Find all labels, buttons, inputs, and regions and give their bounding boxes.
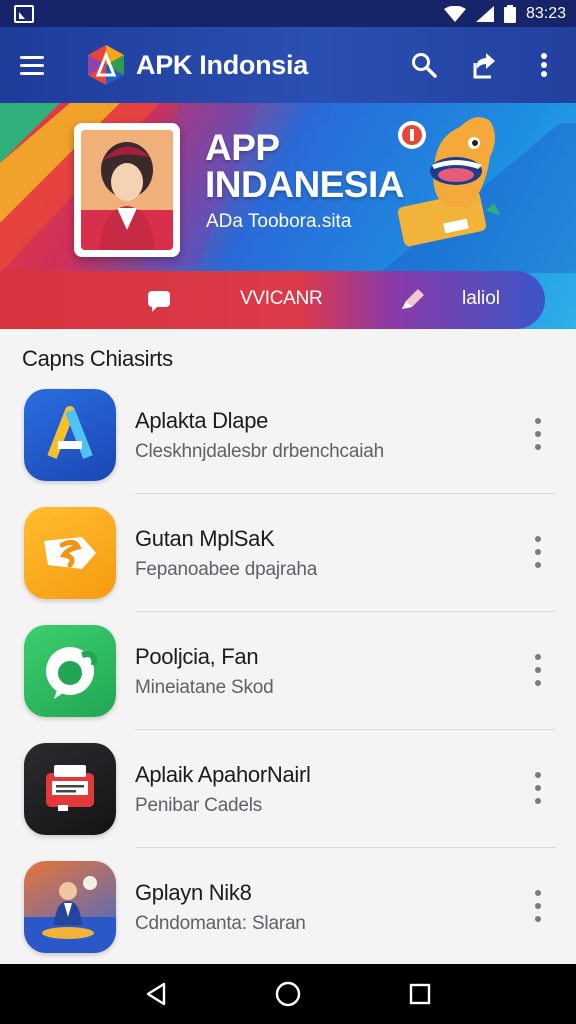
share-button[interactable] [466, 47, 502, 83]
list-item[interactable]: Aplakta Dlape Cleskhnjdalesbr drbenchcai… [0, 376, 576, 494]
app-title: APK Indonsia [136, 49, 308, 80]
app-name: Aplakta Dlape [135, 407, 269, 433]
list-item[interactable]: Aplaik ApahorNairl Penibar Cadels [0, 730, 576, 848]
signal-icon [475, 5, 494, 22]
pencil-icon [402, 289, 424, 309]
more-options-button[interactable] [526, 47, 562, 83]
recents-icon [409, 983, 431, 1005]
more-vert-icon [541, 53, 547, 77]
app-name: Aplaik ApahorNairl [135, 761, 311, 787]
app-description: Mineiatane Skod [135, 676, 274, 698]
app-icon-person-logo [24, 861, 116, 953]
app-icon-a-logo [24, 389, 116, 481]
mascot-illustration [397, 117, 500, 247]
app-list: Aplakta Dlape Cleskhnjdalesbr drbenchcai… [0, 376, 576, 966]
app-description: Penibar Cadels [135, 794, 263, 816]
system-nav-bar [0, 964, 576, 1024]
promo-banner[interactable]: APP INDANESIA ADa Toobora.sita VVICANR l… [0, 103, 576, 329]
app-icon-ring-logo [24, 625, 116, 717]
status-time: 83:23 [525, 4, 566, 22]
app-logo-icon [88, 45, 124, 85]
battery-icon [503, 4, 516, 23]
share-icon [473, 53, 495, 79]
recents-button[interactable] [400, 974, 440, 1014]
back-button[interactable] [136, 974, 176, 1014]
menu-button[interactable] [20, 50, 50, 80]
banner-subtitle: ADa Toobora.sita [206, 211, 352, 232]
banner-action-button[interactable]: laliol [462, 288, 500, 310]
section-title: Capns Chiasirts [22, 346, 173, 371]
item-more-button[interactable] [532, 654, 544, 686]
home-icon [275, 981, 301, 1007]
notification-icon [14, 4, 34, 23]
chat-icon [148, 291, 170, 312]
search-icon [412, 53, 437, 78]
search-button[interactable] [406, 47, 442, 83]
banner-strip: VVICANR laliol [0, 271, 545, 329]
app-description: Fepanoabee dpajraha [135, 558, 318, 580]
app-name: Gplayn Nik8 [135, 879, 252, 905]
item-more-button[interactable] [532, 418, 544, 450]
banner-phone-illustration [74, 123, 180, 257]
app-bar: APK Indonsia [0, 27, 576, 103]
banner-heading: APP INDANESIA [205, 127, 405, 205]
home-button[interactable] [268, 974, 308, 1014]
back-icon [146, 982, 166, 1006]
item-more-button[interactable] [532, 536, 544, 568]
banner-strip-label: VVICANR [240, 288, 323, 309]
app-icon-tag-logo [24, 507, 116, 599]
app-description: Cdndomanta: Slaran [135, 912, 306, 934]
app-description: Cleskhnjdalesbr drbenchcaiah [135, 440, 384, 462]
app-name: Pooljcia, Fan [135, 643, 259, 669]
status-bar: 83:23 [0, 0, 576, 27]
item-more-button[interactable] [532, 890, 544, 922]
wifi-icon [443, 5, 466, 22]
list-item[interactable]: Pooljcia, Fan Mineiatane Skod [0, 612, 576, 730]
app-name: Gutan MplSaK [135, 525, 275, 551]
list-item[interactable]: Gutan MplSaK Fepanoabee dpajraha [0, 494, 576, 612]
item-more-button[interactable] [532, 772, 544, 804]
list-item[interactable]: Gplayn Nik8 Cdndomanta: Slaran [0, 848, 576, 966]
app-icon-printer-logo [24, 743, 116, 835]
